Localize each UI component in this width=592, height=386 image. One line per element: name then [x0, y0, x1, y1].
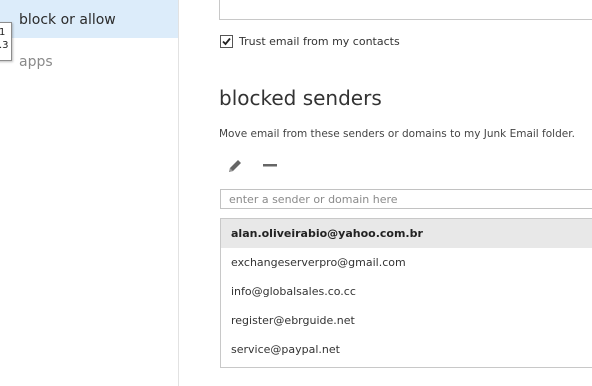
- section-title: blocked senders: [219, 86, 382, 110]
- tooltip-line: 1: [0, 26, 11, 39]
- sender-input[interactable]: [220, 189, 592, 209]
- edit-button[interactable]: [225, 156, 245, 176]
- sidebar-item-apps[interactable]: apps: [0, 50, 178, 76]
- sidebar-item-label: block or allow: [19, 12, 116, 28]
- blocked-senders-list: alan.oliveirabio@yahoo.com.br exchangese…: [220, 218, 592, 368]
- list-item[interactable]: exchangeserverpro@gmail.com: [221, 248, 592, 277]
- pencil-icon: [229, 160, 241, 172]
- tooltip: 1 .3: [0, 22, 12, 61]
- previous-list-box: [219, 0, 592, 20]
- trust-contacts-label: Trust email from my contacts: [239, 35, 400, 48]
- sidebar: block or allow apps 1 .3: [0, 0, 179, 386]
- sidebar-item-block-or-allow[interactable]: block or allow: [0, 0, 178, 38]
- list-item[interactable]: register@ebrguide.net: [221, 306, 592, 335]
- main-panel: Trust email from my contacts blocked sen…: [179, 0, 592, 386]
- minus-icon: [263, 164, 277, 167]
- checkmark-icon: [222, 37, 231, 46]
- remove-button[interactable]: [261, 156, 281, 176]
- trust-contacts-checkbox[interactable]: [220, 35, 233, 48]
- list-item[interactable]: info@globalsales.co.cc: [221, 277, 592, 306]
- sidebar-item-label: apps: [19, 54, 53, 70]
- section-description: Move email from these senders or domains…: [219, 128, 575, 140]
- tooltip-line: .3: [0, 40, 9, 51]
- list-item[interactable]: alan.oliveirabio@yahoo.com.br: [221, 219, 592, 248]
- list-item[interactable]: service@paypal.net: [221, 335, 592, 364]
